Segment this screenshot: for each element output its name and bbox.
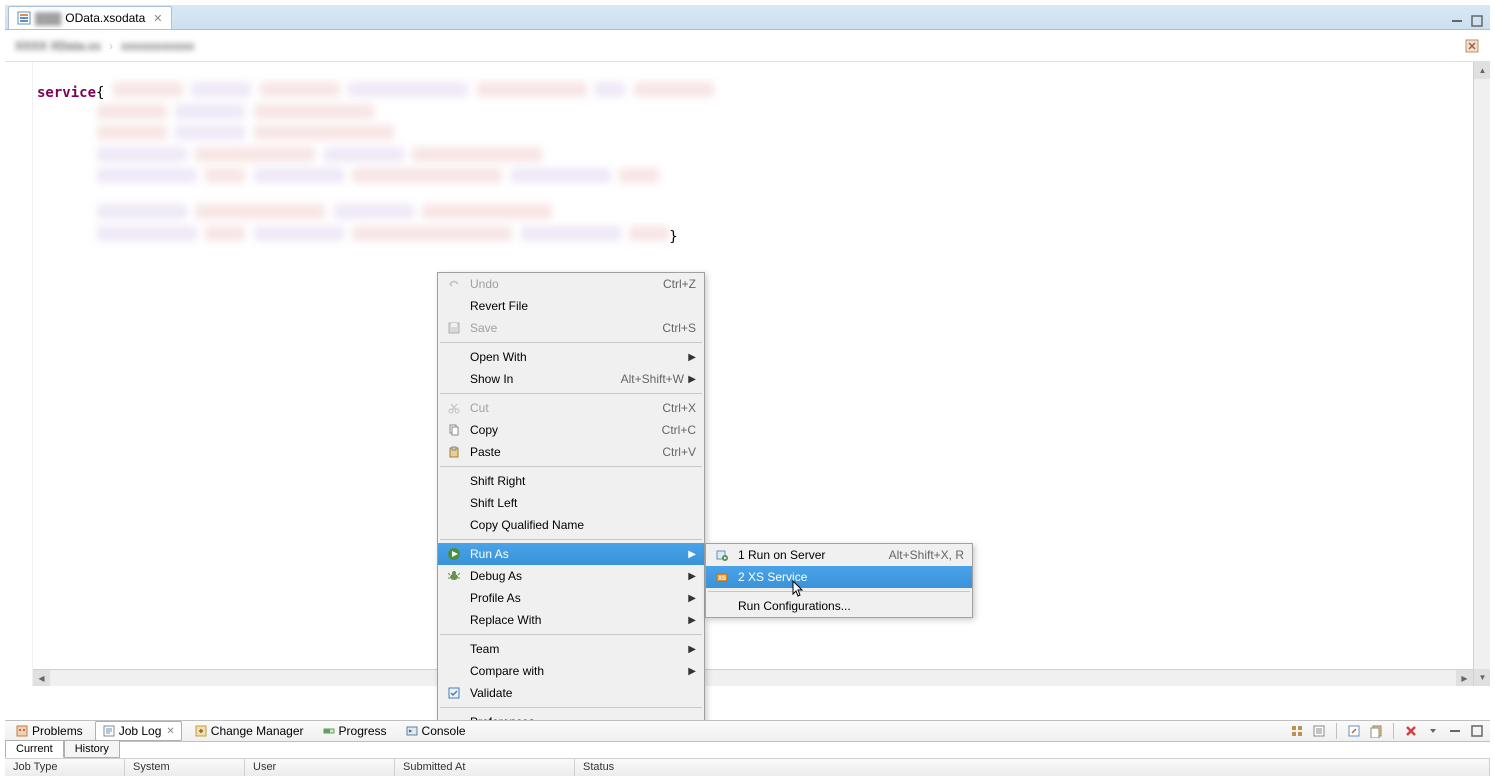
menu-run-as[interactable]: Run As ▶ — [438, 543, 704, 565]
scroll-up-icon[interactable]: ▲ — [1474, 62, 1490, 79]
menu-copy[interactable]: Copy Ctrl+C — [438, 419, 704, 441]
scroll-right-icon[interactable]: ▶ — [1456, 670, 1473, 687]
menu-debug-as[interactable]: Debug As ▶ — [438, 565, 704, 587]
submenu-run-configurations[interactable]: Run Configurations... — [706, 595, 972, 617]
debug-icon — [442, 569, 466, 583]
editor-tab-bar: ▓▓▓ OData.xsodata ✕ — [5, 5, 1490, 30]
vertical-scrollbar[interactable]: ▲ ▼ — [1473, 62, 1490, 686]
editor-tab-label: OData.xsodata — [65, 11, 145, 25]
column-submitted-at[interactable]: Submitted At — [395, 759, 575, 776]
view-tab-problems[interactable]: Problems — [9, 722, 89, 740]
close-icon[interactable]: ✕ — [153, 12, 162, 25]
toolbar-list-icon[interactable] — [1310, 722, 1328, 740]
toolbar-dropdown-icon[interactable] — [1424, 722, 1442, 740]
menu-paste[interactable]: Paste Ctrl+V — [438, 441, 704, 463]
column-user[interactable]: User — [245, 759, 395, 776]
submenu-run-on-server[interactable]: 1 Run on Server Alt+Shift+X, R — [706, 544, 972, 566]
menu-team[interactable]: Team ▶ — [438, 638, 704, 660]
editor-content[interactable]: service{ } — [37, 82, 1470, 247]
menu-shift-right[interactable]: Shift Right — [438, 470, 704, 492]
view-tab-progress[interactable]: Progress — [316, 722, 393, 740]
editor-tab-active[interactable]: ▓▓▓ OData.xsodata ✕ — [8, 6, 172, 29]
menu-revert-file[interactable]: Revert File — [438, 295, 704, 317]
scroll-down-icon[interactable]: ▼ — [1474, 669, 1490, 686]
keyword-service: service — [37, 85, 96, 101]
problems-icon — [15, 724, 29, 738]
change-manager-icon — [194, 724, 208, 738]
chevron-right-icon: ▶ — [684, 615, 696, 626]
toolbar-grid-icon[interactable] — [1288, 722, 1306, 740]
menu-replace-with[interactable]: Replace With ▶ — [438, 609, 704, 631]
minimize-view-icon[interactable] — [1446, 722, 1464, 740]
save-icon — [442, 321, 466, 335]
paste-icon — [442, 445, 466, 459]
chevron-right-icon: ▶ — [684, 593, 696, 604]
menu-validate[interactable]: Validate — [438, 682, 704, 704]
progress-icon — [322, 724, 336, 738]
chevron-right-icon: ▶ — [684, 644, 696, 655]
menu-undo[interactable]: Undo Ctrl+Z — [438, 273, 704, 295]
close-icon[interactable]: ✕ — [166, 726, 174, 737]
chevron-right-icon: ▶ — [684, 374, 696, 385]
view-tab-change-manager[interactable]: Change Manager — [188, 722, 310, 740]
breadcrumb-item-2[interactable]: xxxxxxxxxxx — [121, 39, 194, 53]
scroll-left-icon[interactable]: ◀ — [33, 670, 50, 687]
menu-copy-qualified-name[interactable]: Copy Qualified Name — [438, 514, 704, 536]
run-icon — [442, 547, 466, 561]
maximize-view-icon[interactable] — [1468, 722, 1486, 740]
breadcrumb-bar: XXXX XData.xx › xxxxxxxxxxx — [5, 30, 1490, 62]
view-tab-console[interactable]: Console — [399, 722, 472, 740]
chevron-right-icon: ▶ — [684, 352, 696, 363]
xsodata-file-icon — [17, 11, 31, 25]
view-tab-job-log[interactable]: Job Log ✕ — [95, 721, 182, 741]
server-run-icon — [710, 548, 734, 562]
console-icon — [405, 724, 419, 738]
chevron-right-icon: ▶ — [684, 571, 696, 582]
toolbar-refresh-icon[interactable] — [1345, 722, 1363, 740]
horizontal-scrollbar[interactable]: ◀ ▶ — [33, 669, 1473, 686]
minimize-view-icon[interactable] — [1449, 13, 1465, 29]
breadcrumb-action-icon[interactable] — [1464, 38, 1480, 54]
validate-icon — [442, 686, 466, 700]
bottom-view-tabs: Problems Job Log ✕ Change Manager Progre… — [5, 720, 1490, 742]
run-as-submenu: 1 Run on Server Alt+Shift+X, R XS 2 XS S… — [705, 543, 973, 618]
copy-icon — [442, 423, 466, 437]
toolbar-filter-icon[interactable] — [1367, 722, 1385, 740]
xs-service-icon: XS — [710, 570, 734, 584]
menu-compare-with[interactable]: Compare with ▶ — [438, 660, 704, 682]
column-job-type[interactable]: Job Type — [5, 759, 125, 776]
column-system[interactable]: System — [125, 759, 245, 776]
chevron-right-icon: ▶ — [684, 549, 696, 560]
job-log-icon — [102, 724, 116, 738]
job-log-sub-tabs: Current History — [5, 740, 120, 758]
menu-cut[interactable]: Cut Ctrl+X — [438, 397, 704, 419]
editor-gutter — [5, 62, 33, 686]
toolbar-delete-icon[interactable] — [1402, 722, 1420, 740]
undo-icon — [442, 277, 466, 291]
svg-text:XS: XS — [718, 576, 726, 582]
menu-shift-left[interactable]: Shift Left — [438, 492, 704, 514]
menu-profile-as[interactable]: Profile As ▶ — [438, 587, 704, 609]
submenu-xs-service[interactable]: XS 2 XS Service — [706, 566, 972, 588]
cut-icon — [442, 401, 466, 415]
sub-tab-current[interactable]: Current — [5, 740, 64, 758]
context-menu: Undo Ctrl+Z Revert File Save Ctrl+S Open… — [437, 272, 705, 734]
chevron-right-icon: ▶ — [684, 666, 696, 677]
menu-save[interactable]: Save Ctrl+S — [438, 317, 704, 339]
menu-open-with[interactable]: Open With ▶ — [438, 346, 704, 368]
maximize-view-icon[interactable] — [1469, 13, 1485, 29]
job-log-table-header: Job Type System User Submitted At Status — [5, 758, 1490, 776]
column-status[interactable]: Status — [575, 759, 1490, 776]
sub-tab-history[interactable]: History — [64, 740, 120, 758]
breadcrumb-item-1[interactable]: XXXX XData.xx — [15, 39, 101, 53]
menu-show-in[interactable]: Show In Alt+Shift+W ▶ — [438, 368, 704, 390]
